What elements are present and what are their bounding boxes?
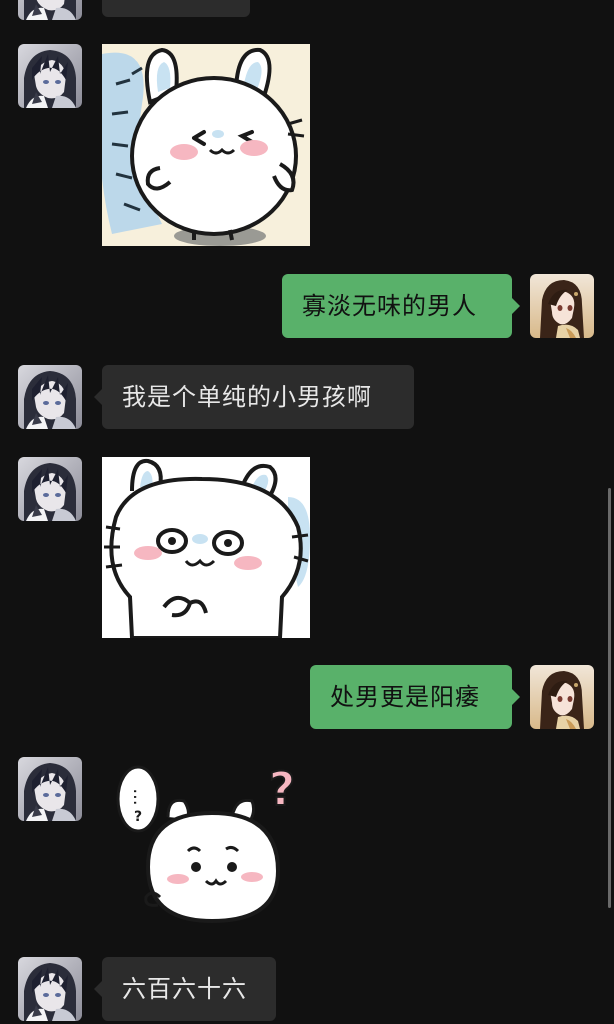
outgoing-message-bubble[interactable]: 寡淡无味的男人 [282,274,520,338]
contact-avatar[interactable] [18,44,82,108]
sticker-round-white-hamster[interactable] [102,44,310,246]
incoming-message-bubble[interactable]: 六百六十六 [94,957,276,1021]
sticker-white-hamster-closeup[interactable] [102,457,310,638]
outgoing-message-bubble[interactable]: 处男更是阳痿 [310,665,520,729]
incoming-message-bubble[interactable] [102,0,250,17]
incoming-message-bubble[interactable]: 我是个单纯的小男孩啊 [94,365,414,429]
sticker-dots-text: ... [129,788,150,805]
contact-avatar[interactable] [18,0,82,20]
contact-avatar[interactable] [18,457,82,521]
message-text: 六百六十六 [122,975,247,1003]
my-avatar[interactable] [530,665,594,729]
contact-avatar[interactable] [18,957,82,1021]
my-avatar[interactable] [530,274,594,338]
message-text: 我是个单纯的小男孩啊 [122,383,372,411]
contact-avatar[interactable] [18,757,82,821]
chat-scrollbar[interactable] [608,488,611,908]
message-text: 处男更是阳痿 [330,683,480,711]
sticker-question-text: ? [134,809,142,825]
message-text: 寡淡无味的男人 [302,292,477,320]
contact-avatar[interactable] [18,365,82,429]
sticker-big-question-mark: ? [269,762,296,816]
sticker-white-hamster-confused[interactable]: ... ? ? [102,757,310,927]
